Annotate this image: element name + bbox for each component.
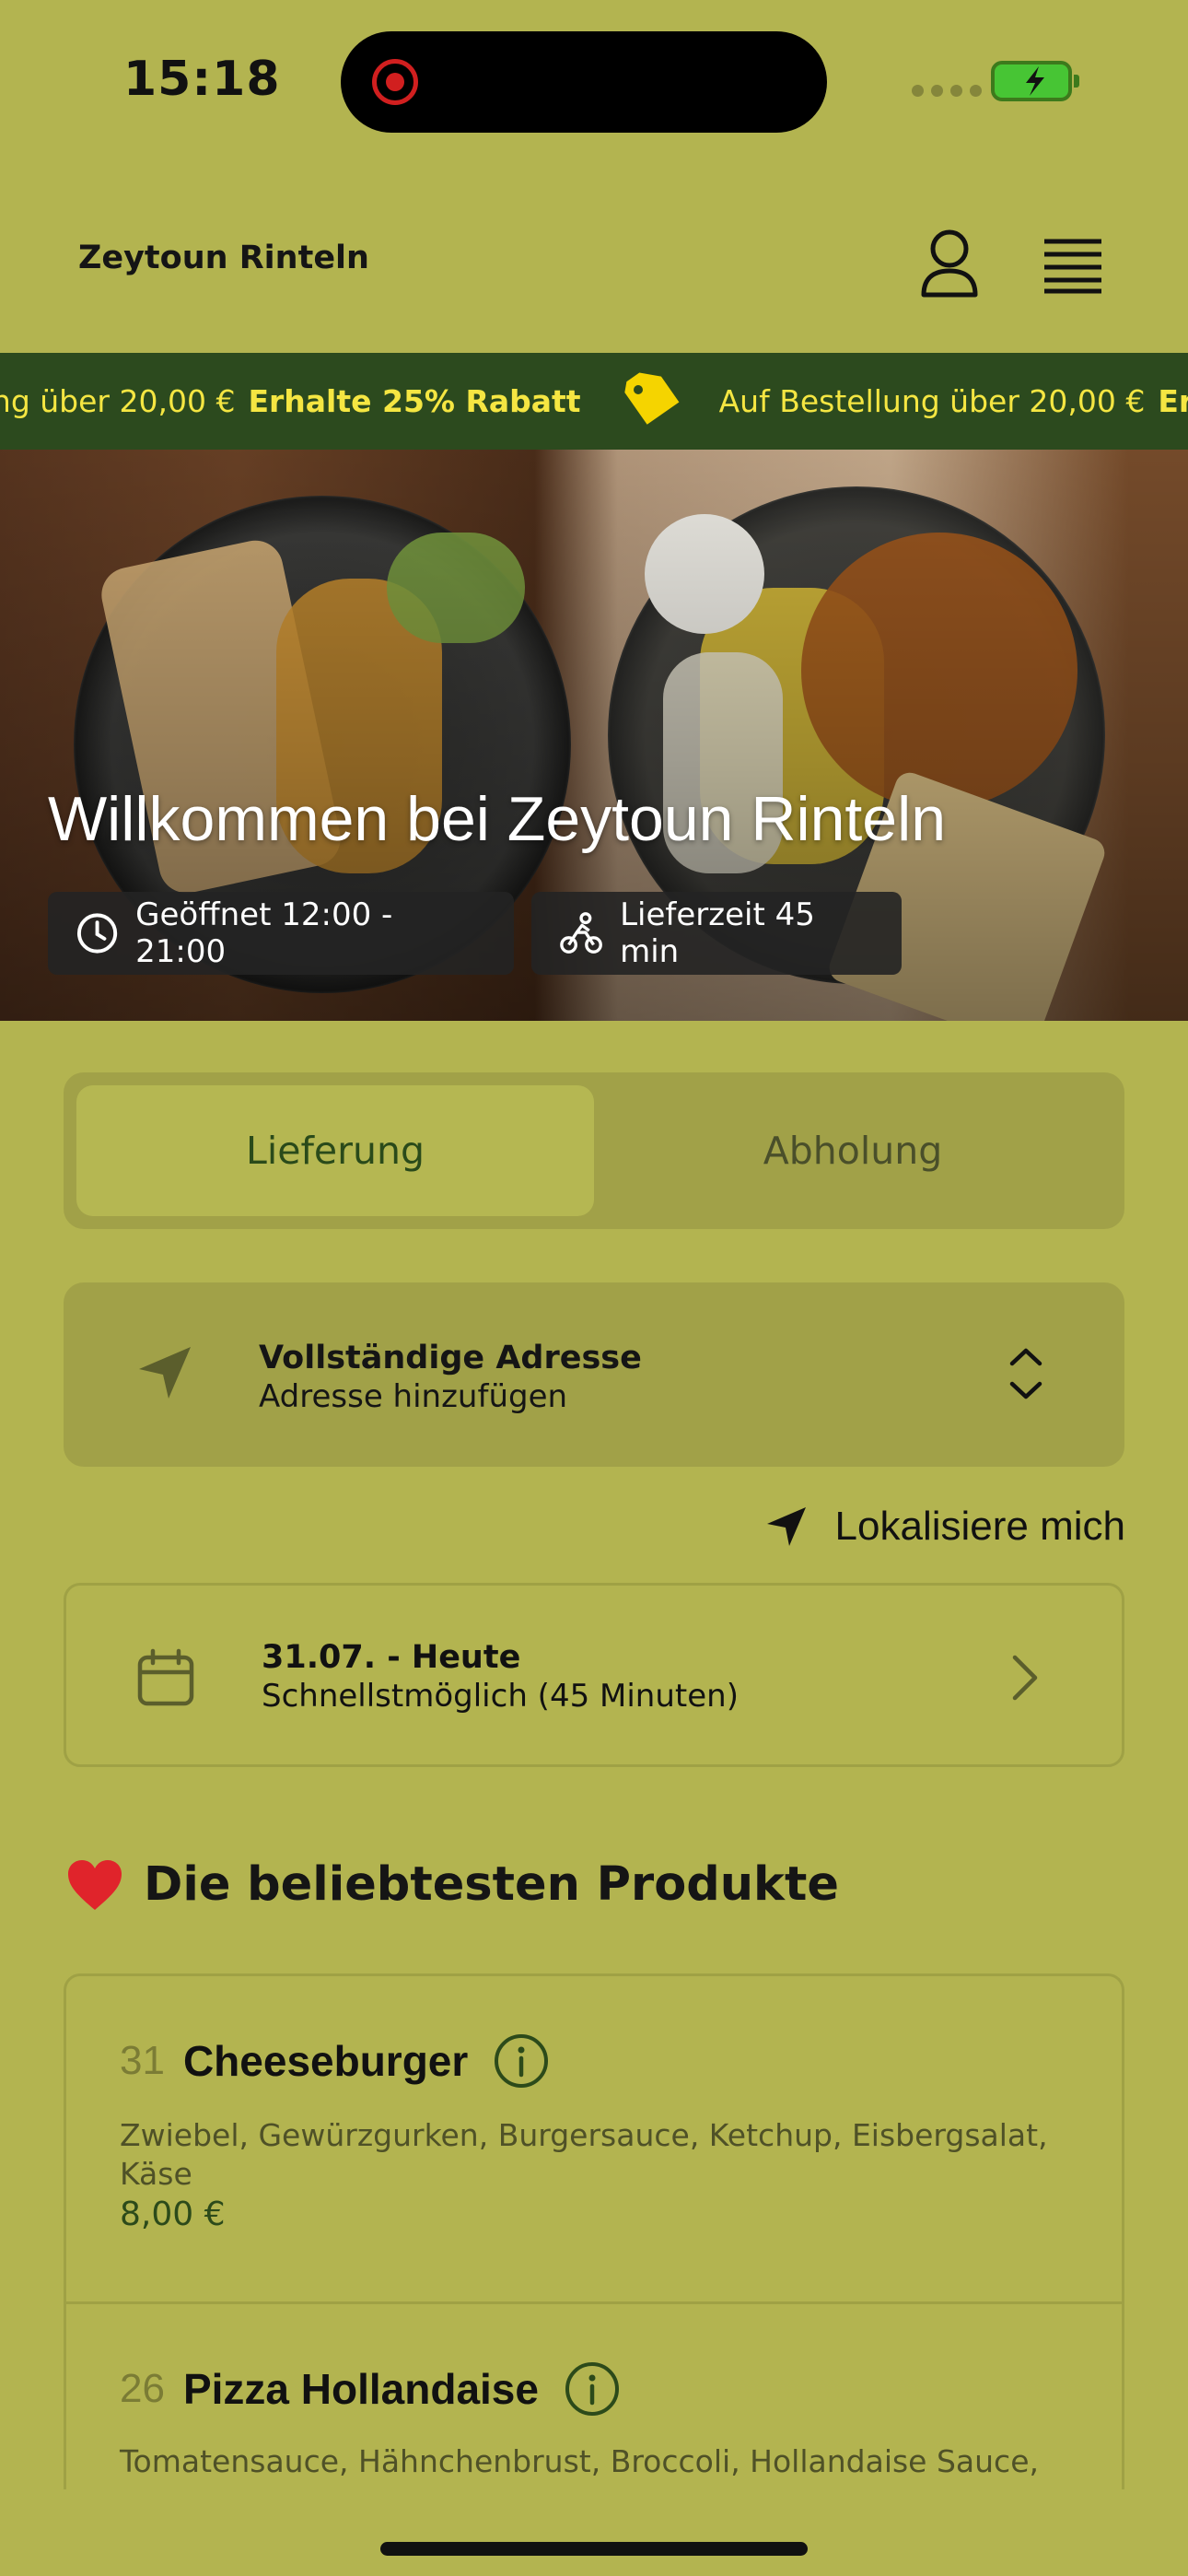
product-item[interactable]: 31 Cheeseburger Zwiebel, Gewürzgurken, B… [66, 1976, 1122, 2304]
product-list: 31 Cheeseburger Zwiebel, Gewürzgurken, B… [64, 1973, 1124, 2489]
info-icon[interactable] [494, 2033, 549, 2089]
promo-banner: ung über 20,00 € Erhalte 25% Rabatt Auf … [0, 353, 1188, 450]
popular-products-heading: Die beliebtesten Produkte [66, 1857, 839, 1912]
address-title: Vollständige Adresse [259, 1340, 642, 1376]
status-time: 15:18 [123, 52, 281, 107]
product-name: Cheeseburger [182, 2037, 469, 2085]
delivery-time-text: Lieferzeit 45 min [620, 896, 815, 970]
product-header: 26 Pizza Hollandaise [120, 2361, 620, 2417]
restaurant-title: Zeytoun Rinteln [78, 240, 369, 276]
schedule-time: Schnellstmöglich (45 Minuten) [262, 1678, 739, 1715]
menu-button[interactable] [1041, 232, 1105, 297]
status-bar: 15:18 [0, 0, 1188, 161]
hero-title: Willkommen bei Zeytoun Rinteln [48, 784, 947, 854]
user-icon [921, 229, 978, 298]
clock-icon [76, 913, 118, 954]
hero-banner: Willkommen bei Zeytoun Rinteln Geöffnet … [0, 450, 1188, 1021]
hamburger-menu-icon [1044, 239, 1101, 294]
battery-charging-icon [991, 61, 1079, 101]
app-header: Zeytoun Rinteln [0, 212, 1188, 322]
recording-icon [372, 59, 418, 105]
section-title: Die beliebtesten Produkte [144, 1857, 839, 1912]
order-mode-toggle: Lieferung Abholung [64, 1072, 1124, 1229]
chevron-right-icon [1012, 1655, 1038, 1701]
promo-text: Auf Bestellung über 20,00 € [718, 383, 1146, 419]
info-icon[interactable] [565, 2361, 620, 2417]
schedule-selector[interactable]: 31.07. - Heute Schnellstmöglich (45 Minu… [64, 1583, 1124, 1767]
product-number: 26 [120, 2366, 165, 2411]
locate-me-label: Lokalisiere mich [834, 1504, 1125, 1549]
product-price: 8,00 € [120, 2195, 226, 2233]
home-indicator [380, 2542, 808, 2556]
promo-highlight: Er [1158, 383, 1188, 419]
delivery-time-badge: Lieferzeit 45 min [531, 892, 902, 975]
navigation-arrow-icon [139, 1347, 191, 1399]
product-description: Tomatensauce, Hähnchenbrust, Broccoli, H… [120, 2443, 1039, 2479]
product-item[interactable]: 26 Pizza Hollandaise Tomatensauce, Hähnc… [66, 2304, 1122, 2489]
product-header: 31 Cheeseburger [120, 2033, 549, 2089]
tab-delivery[interactable]: Lieferung [76, 1085, 594, 1216]
product-number: 31 [120, 2038, 165, 2083]
product-name: Pizza Hollandaise [182, 2365, 539, 2413]
profile-button[interactable] [917, 227, 982, 300]
opening-hours-badge: Geöffnet 12:00 - 21:00 [48, 892, 514, 975]
location-arrow-icon [766, 1507, 806, 1546]
tag-icon [623, 371, 679, 425]
opening-hours-text: Geöffnet 12:00 - 21:00 [135, 896, 393, 970]
locate-me-button[interactable]: Lokalisiere mich [737, 1494, 1125, 1559]
promo-text: ung über 20,00 € [0, 383, 236, 419]
schedule-date: 31.07. - Heute [262, 1639, 521, 1676]
heart-icon [68, 1859, 122, 1910]
tab-pickup[interactable]: Abholung [594, 1085, 1112, 1216]
address-subtitle: Adresse hinzufügen [259, 1378, 568, 1415]
signal-icon [912, 85, 982, 97]
product-description: Zwiebel, Gewürzgurken, Burgersauce, Ketc… [120, 2117, 1048, 2192]
chevron-up-down-icon [1009, 1348, 1042, 1399]
promo-highlight: Erhalte 25% Rabatt [248, 383, 581, 419]
address-selector[interactable]: Vollständige Adresse Adresse hinzufügen [64, 1282, 1124, 1467]
promo-track: ung über 20,00 € Erhalte 25% Rabatt Auf … [0, 353, 1188, 450]
calendar-icon [137, 1648, 194, 1706]
bike-icon [560, 912, 602, 954]
dynamic-island [341, 31, 827, 133]
